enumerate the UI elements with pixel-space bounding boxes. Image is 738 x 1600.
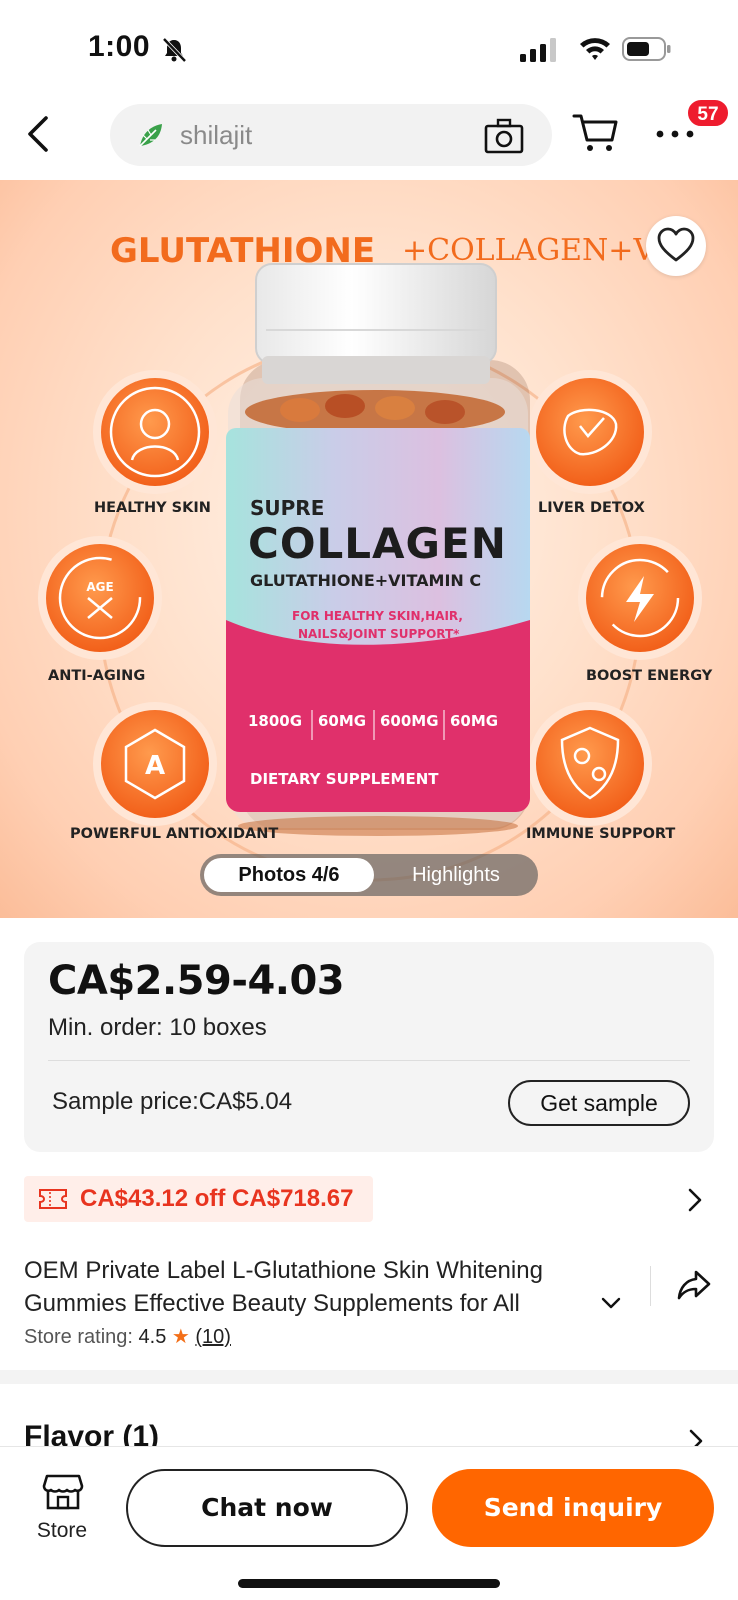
price-range: CA$2.59-4.03 [48, 958, 345, 1004]
bottle-supplement-label: DIETARY SUPPLEMENT [250, 770, 439, 788]
section-divider [0, 1370, 738, 1384]
svg-text:AGE: AGE [86, 580, 113, 594]
divider [48, 1060, 690, 1061]
signal-icon [520, 38, 556, 62]
tab-highlights[interactable]: Highlights [378, 858, 534, 892]
chat-now-button[interactable]: Chat now [126, 1469, 408, 1547]
coupon-banner[interactable]: CA$43.12 off CA$718.67 [24, 1176, 374, 1222]
heart-icon [657, 227, 695, 262]
bottle-dose-4: 60MG [450, 712, 498, 730]
back-icon[interactable] [16, 106, 64, 162]
label-boost-energy: BOOST ENERGY [586, 668, 713, 684]
label-antioxidant: POWERFUL ANTIOXIDANT [70, 826, 279, 842]
bottle-brand: SUPRE [250, 496, 324, 520]
min-order: Min. order: 10 boxes [48, 1014, 267, 1041]
svg-text:A: A [145, 751, 165, 781]
bottle-claim-1: FOR HEALTHY SKIN,HAIR, [292, 609, 463, 623]
bottle-formula: GLUTATHIONE+VITAMIN C [250, 571, 481, 590]
feature-healthy-skin [93, 370, 217, 494]
store-icon [42, 1474, 84, 1510]
product-title: OEM Private Label L-Glutathione Skin Whi… [24, 1257, 543, 1317]
tab-photos[interactable]: Photos 4/6 [204, 858, 374, 892]
photo-tabs: Photos 4/6 Highlights [200, 854, 538, 896]
leaf-icon [139, 124, 162, 147]
bottle-claim-2: NAILS&JOINT SUPPORT* [298, 627, 460, 641]
coupon-text: CA$43.12 off CA$718.67 [80, 1185, 354, 1212]
label-liver-detox: LIVER DETOX [538, 500, 645, 516]
bottle-dose-2: 60MG [318, 712, 366, 730]
label-immune-support: IMMUNE SUPPORT [526, 826, 676, 842]
rating-value: 4.5 [138, 1326, 167, 1348]
feature-liver-detox [528, 370, 652, 494]
home-indicator [238, 1579, 500, 1588]
rating-label: Store rating: [24, 1326, 133, 1348]
bottle-dose-3: 600MG [380, 712, 439, 730]
coupon-icon [39, 1189, 67, 1209]
sample-price: Sample price:CA$5.04 [52, 1088, 293, 1115]
price-card: CA$2.59-4.03 Min. order: 10 boxes Sample… [24, 942, 714, 1152]
bottom-action-bar: Store Chat now Send inquiry [0, 1446, 738, 1600]
feature-anti-aging: AGE [38, 536, 162, 660]
bottle-product-name: COLLAGEN [248, 519, 507, 568]
camera-icon[interactable] [484, 118, 524, 154]
feature-antioxidant: A [93, 702, 217, 826]
store-button[interactable]: Store [24, 1473, 100, 1549]
supplement-bottle: SUPRE COLLAGEN GLUTATHIONE+VITAMIN C FOR… [226, 263, 530, 836]
bottle-dose-1: 1800G [248, 712, 302, 730]
banner-subtitle: +COLLAGEN+V [402, 233, 656, 268]
label-anti-aging: ANTI-AGING [48, 668, 146, 684]
battery-icon [622, 37, 671, 61]
feature-boost-energy [578, 536, 702, 660]
share-icon[interactable] [676, 1268, 712, 1302]
search-bar[interactable]: shilajit [110, 104, 552, 166]
wifi-icon [580, 38, 610, 60]
product-image-gallery[interactable]: GLUTATHIONE +COLLAGEN+V AGE A SUPRE COLL… [0, 180, 738, 918]
search-header: shilajit 57 [0, 96, 738, 178]
star-icon: ★ [171, 1326, 190, 1348]
search-query: shilajit [180, 120, 253, 150]
label-healthy-skin: HEALTHY SKIN [94, 500, 211, 516]
feature-immune-support [528, 702, 652, 826]
chevron-right-icon[interactable] [686, 1186, 704, 1214]
chevron-down-icon[interactable] [600, 1296, 622, 1310]
silent-bell-icon [162, 37, 187, 63]
notification-badge: 57 [686, 98, 730, 128]
status-bar: 1:00 [0, 0, 738, 96]
send-inquiry-button[interactable]: Send inquiry [432, 1469, 714, 1547]
status-time: 1:00 [88, 30, 151, 63]
store-rating: Store rating: 4.5 ★ (10) [24, 1324, 231, 1349]
divider [650, 1266, 651, 1306]
product-image: GLUTATHIONE +COLLAGEN+V AGE A SUPRE COLL… [38, 231, 702, 882]
store-label: Store [36, 1519, 88, 1542]
favorite-button[interactable] [646, 216, 706, 276]
get-sample-button[interactable]: Get sample [508, 1080, 690, 1126]
cart-icon[interactable] [572, 110, 620, 154]
rating-count-link[interactable]: (10) [195, 1326, 231, 1348]
